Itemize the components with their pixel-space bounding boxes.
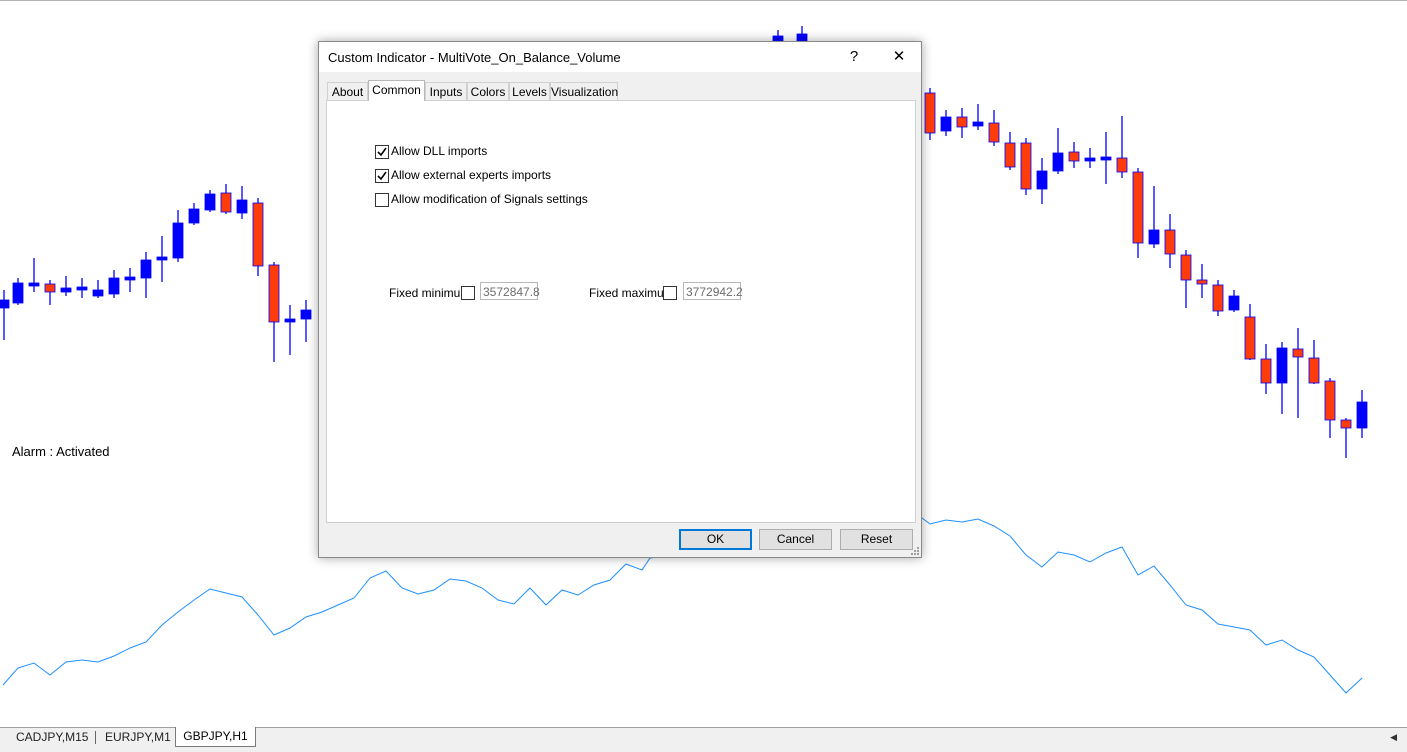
candle-body <box>1132 171 1144 244</box>
candle-body <box>60 287 72 293</box>
candle-body <box>220 192 232 213</box>
candle-body <box>1276 347 1288 384</box>
checkmark-icon <box>377 171 387 181</box>
candle-body <box>1244 316 1256 360</box>
resize-grip-icon[interactable] <box>911 547 919 555</box>
allow-external-experts-checkbox[interactable] <box>375 169 389 183</box>
candle-body <box>188 208 200 224</box>
candle-body <box>204 193 216 211</box>
candle-body <box>236 199 248 214</box>
candle-body <box>1020 142 1032 190</box>
candle-body <box>1260 358 1272 384</box>
tab-common[interactable]: Common <box>368 80 425 101</box>
tab-gbpjpy-h1[interactable]: GBPJPY,H1 <box>175 727 256 747</box>
candle-body <box>92 289 104 297</box>
cancel-button[interactable]: Cancel <box>759 529 832 550</box>
fixed-minimum-checkbox[interactable] <box>461 286 475 300</box>
alarm-status-text: Alarm : Activated <box>12 444 110 459</box>
candle-body <box>172 222 184 259</box>
tab-about[interactable]: About <box>327 82 368 100</box>
custom-indicator-dialog: Custom Indicator - MultiVote_On_Balance_… <box>318 41 922 558</box>
allow-dll-imports-label: Allow DLL imports <box>391 144 488 158</box>
candle-body <box>300 309 312 320</box>
candle-body <box>76 286 88 291</box>
candle-body <box>1116 157 1128 173</box>
candle-body <box>988 122 1000 143</box>
candle-body <box>1036 170 1048 190</box>
candle-body <box>124 276 136 281</box>
candle-body <box>252 202 264 267</box>
candle-body <box>268 264 280 323</box>
candle-body <box>12 282 24 304</box>
candle-body <box>140 259 152 279</box>
common-tab-panel: Allow DLL imports Allow external experts… <box>326 100 916 523</box>
candle-body <box>1052 152 1064 172</box>
candle-body <box>1308 357 1320 384</box>
ok-button[interactable]: OK <box>679 529 752 550</box>
fixed-maximum-label: Fixed maximum <box>589 286 674 300</box>
candle-body <box>1180 254 1192 281</box>
candle-body <box>1068 151 1080 162</box>
candle-body <box>1196 279 1208 285</box>
candle-body <box>156 256 168 261</box>
allow-signals-modification-checkbox[interactable] <box>375 193 389 207</box>
symbol-tab-bar: CADJPY,M15 EURJPY,M1 GBPJPY,H1 ◀ <box>0 727 1407 752</box>
candle-body <box>1228 295 1240 311</box>
candle-body <box>1292 348 1304 358</box>
fixed-minimum-label: Fixed minimum <box>389 286 471 300</box>
scroll-left-icon[interactable]: ◀ <box>1390 732 1397 743</box>
close-icon[interactable]: ✕ <box>884 46 914 68</box>
candle-body <box>28 282 40 287</box>
candle-body <box>1356 401 1368 429</box>
fixed-minimum-input[interactable]: 3572847.8 <box>480 282 540 300</box>
candle-body <box>1340 419 1352 429</box>
candle-body <box>1100 156 1112 161</box>
candle-body <box>1084 157 1096 162</box>
candle-body <box>972 121 984 127</box>
dialog-title: Custom Indicator - MultiVote_On_Balance_… <box>328 50 621 65</box>
tab-inputs[interactable]: Inputs <box>425 82 467 100</box>
candle-body <box>1212 284 1224 312</box>
tab-visualization[interactable]: Visualization <box>550 82 618 100</box>
candle-body <box>1148 229 1160 245</box>
dialog-titlebar[interactable]: Custom Indicator - MultiVote_On_Balance_… <box>319 42 921 72</box>
candle-body <box>1324 380 1336 421</box>
help-icon[interactable]: ? <box>839 46 869 68</box>
allow-dll-imports-checkbox[interactable] <box>375 145 389 159</box>
allow-signals-modification-label: Allow modification of Signals settings <box>391 192 588 206</box>
candle-body <box>940 116 952 132</box>
tab-cadjpy-m15[interactable]: CADJPY,M15 <box>16 728 88 747</box>
reset-button[interactable]: Reset <box>840 529 913 550</box>
candle-body <box>0 299 10 309</box>
candle-body <box>44 283 56 293</box>
tab-colors[interactable]: Colors <box>467 82 509 100</box>
candle-body <box>924 92 936 134</box>
fixed-maximum-input[interactable]: 3772942.2 <box>683 282 743 300</box>
candle-body <box>1004 142 1016 168</box>
checkmark-icon <box>377 147 387 157</box>
tab-eurjpy-m1[interactable]: EURJPY,M1 <box>105 728 171 747</box>
fixed-maximum-checkbox[interactable] <box>663 286 677 300</box>
tab-separator <box>95 731 96 744</box>
candle-body <box>1164 229 1176 255</box>
tab-levels[interactable]: Levels <box>509 82 550 100</box>
candle-body <box>284 318 296 323</box>
candle-body <box>956 116 968 128</box>
candle-body <box>108 277 120 295</box>
allow-external-experts-label: Allow external experts imports <box>391 168 552 182</box>
